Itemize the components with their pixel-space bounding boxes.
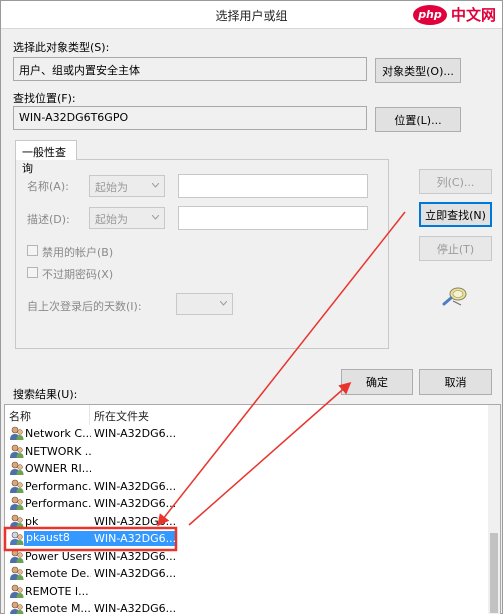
name-label: 名称(A): [27,180,69,193]
days-since-login-label: 自上次登录后的天数(I): [27,300,142,313]
row-folder: WIN-A32DG6... [94,549,177,563]
chevron-down-icon [220,301,227,306]
tab-general-query[interactable]: 一般性查询 [15,140,77,175]
column-header-folder[interactable]: 所在文件夹 [90,405,490,425]
row-name: Network C... [25,427,91,440]
title-bar: 选择用户或组 php 中文网 [1,1,502,29]
user-icon [10,531,24,545]
user-icon [10,444,24,458]
table-row[interactable]: pk WIN-A32DG6... [5,513,489,531]
search-results-label: 搜索结果(U): [13,388,78,401]
name-mode-select[interactable]: 起始为 [89,175,165,197]
object-type-label: 选择此对象类型(S): [13,41,110,54]
row-folder: WIN-A32DG6... [94,479,177,493]
chevron-down-icon [152,183,159,188]
disabled-accounts-checkbox[interactable] [27,245,38,256]
results-scrollbar[interactable] [488,405,500,614]
row-name: Performanc... [25,479,91,493]
find-now-button[interactable]: 立即查找(N) [419,202,492,227]
location-label: 查找位置(F): [13,92,76,105]
row-name: Remote M... [25,602,91,614]
chevron-down-icon [152,215,159,220]
name-mode-value: 起始为 [95,181,128,194]
table-row[interactable]: Performanc...WIN-A32DG6... [5,478,489,496]
object-types-button[interactable]: 对象类型(O)... [375,58,461,83]
user-icon [10,479,24,493]
user-icon [10,584,24,598]
table-row[interactable]: Power Users WIN-A32DG6... [5,548,489,566]
user-icon [10,514,24,528]
description-mode-select[interactable]: 起始为 [89,207,165,229]
watermark-logo: php [412,4,447,25]
row-name: Remote De... [25,567,91,580]
table-row[interactable]: pkaust8 WIN-A32DG6... [5,530,489,548]
row-folder: WIN-A32DG6... [94,532,177,545]
row-name: Performanc... [25,497,91,510]
object-type-field: 用户、组或内置安全主体 [13,57,367,81]
user-icon [10,601,24,614]
row-name: OWNER RI... [25,462,91,475]
row-name: REMOTE I... [25,584,89,598]
location-field: WIN-A32DG6T6GPO [13,106,367,130]
row-name: pk [25,514,39,528]
table-row[interactable]: OWNER RI... [5,460,489,478]
non-expiring-password-label: 不过期密码(X) [42,268,114,281]
user-icon [10,549,24,563]
user-icon [10,426,24,440]
select-users-dialog: 选择用户或组 php 中文网 选择此对象类型(S): 用户、组或内置安全主体 对… [0,0,503,614]
table-row[interactable]: NETWORK ... [5,443,489,461]
ok-button[interactable]: 确定 [341,369,413,395]
row-name: Power Users [25,549,91,563]
scroll-thumb[interactable] [490,533,498,613]
locations-button[interactable]: 位置(L)... [375,107,461,132]
query-panel: 名称(A): 起始为 描述(D): 起始为 禁用的帐户(B) 不过期密码(X) … [15,159,389,349]
search-results-list[interactable]: 名称 所在文件夹 Network C... WIN-A32DG6... NETWO… [4,404,501,614]
row-folder: WIN-A32DG6... [94,567,177,580]
watermark-text: 中文网 [450,6,496,24]
user-icon [10,496,24,510]
days-since-login-select[interactable] [176,293,233,315]
name-input[interactable] [178,174,368,198]
row-folder: WIN-A32DG6... [94,427,177,440]
description-label: 描述(D): [27,213,70,226]
table-row[interactable]: Performanc...WIN-A32DG6... [5,495,489,513]
table-row[interactable]: Network C... WIN-A32DG6... [5,425,489,443]
table-row[interactable]: Remote De... WIN-A32DG6... [5,565,489,583]
description-mode-value: 起始为 [95,213,128,226]
disabled-accounts-label: 禁用的帐户(B) [42,246,114,259]
description-input[interactable] [178,206,368,230]
row-folder: WIN-A32DG6... [94,497,177,510]
user-icon [10,566,24,580]
user-icon [10,461,24,475]
table-row[interactable]: Remote M... WIN-A32DG6... [5,600,489,614]
watermark: php 中文网 [412,4,496,25]
non-expiring-password-checkbox[interactable] [27,267,38,278]
table-row[interactable]: REMOTE I... [5,583,489,601]
stop-button[interactable]: 停止(T) [419,236,492,261]
row-name: NETWORK ... [25,444,91,458]
cancel-button[interactable]: 取消 [419,369,492,395]
row-folder: WIN-A32DG6... [94,514,177,528]
column-header-name[interactable]: 名称 [5,405,90,425]
row-folder: WIN-A32DG6... [94,602,177,614]
columns-button[interactable]: 列(C)... [419,169,492,194]
search-animation-icon [442,287,467,306]
